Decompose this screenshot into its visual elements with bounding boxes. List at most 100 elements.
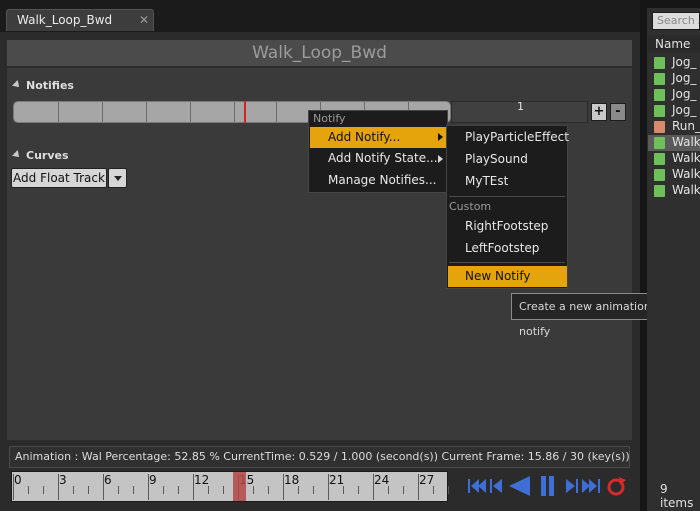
timeline-tick-label: 6 xyxy=(104,473,112,487)
skip-to-end-icon[interactable] xyxy=(582,479,600,493)
submenu-item-new-notify[interactable]: New Notify xyxy=(448,266,567,287)
timeline-tick xyxy=(388,486,389,494)
submenu-item-right-footstep[interactable]: RightFootstep xyxy=(465,219,548,233)
timeline-playhead[interactable] xyxy=(233,472,246,501)
timeline-tick xyxy=(313,486,314,494)
timeline-scrubber[interactable]: 0 3 6 9 12 15 18 21 24 27 xyxy=(11,471,449,502)
asset-list: Jog_ Jog_ Jog_ Jog_ Run_ Walk_ Walk_ Walk_ Walk_ xyxy=(648,55,700,199)
menu-item-add-notify-state[interactable]: Add Notify State... xyxy=(310,148,446,170)
timeline-tick xyxy=(103,474,104,500)
timeline-tick xyxy=(118,486,119,494)
timeline-tick xyxy=(133,486,134,494)
add-notify-track-button[interactable]: + xyxy=(591,103,607,121)
animation-asset-icon xyxy=(654,73,665,85)
menu-item-label: New Notify xyxy=(465,269,531,283)
timeline-tick xyxy=(88,486,89,494)
submenu-item-play-sound[interactable]: PlaySound xyxy=(465,152,528,166)
transport-controls xyxy=(468,476,626,496)
asset-name: Walk_ xyxy=(672,151,700,165)
asset-list-item[interactable]: Walk_ xyxy=(648,151,700,167)
timeline-tick xyxy=(283,474,284,500)
timeline-tick xyxy=(13,474,14,500)
timeline-tick xyxy=(268,486,269,494)
timeline-tick xyxy=(178,486,179,494)
asset-name: Walk_ xyxy=(672,167,700,181)
submenu-item-mytest[interactable]: MyTEst xyxy=(465,174,508,188)
notify-playhead-marker xyxy=(244,101,246,123)
submenu-arrow-icon xyxy=(438,133,443,141)
animation-asset-icon xyxy=(654,105,665,117)
menu-item-add-notify[interactable]: Add Notify... xyxy=(310,127,446,148)
timeline-tick xyxy=(433,486,434,494)
asset-search-input[interactable]: Search A xyxy=(652,12,700,30)
remove-notify-track-button[interactable]: - xyxy=(610,103,626,121)
animation-status-bar: Animation : Wal Percentage: 52.85 % Curr… xyxy=(9,446,630,468)
curves-label: Curves xyxy=(26,149,69,162)
timeline-tick xyxy=(58,474,59,500)
pause-icon[interactable] xyxy=(541,476,554,496)
asset-name: Run_ xyxy=(672,119,700,133)
collapse-arrow-icon xyxy=(12,80,22,90)
timeline-tick-label: 24 xyxy=(374,473,390,487)
animation-asset-icon xyxy=(654,169,665,181)
asset-list-item[interactable]: Jog_ xyxy=(648,87,700,103)
skip-to-start-icon[interactable] xyxy=(468,479,486,493)
menu-item-label: Manage Notifies... xyxy=(328,173,437,187)
animation-asset-icon xyxy=(654,121,665,133)
add-notify-submenu: PlayParticleEffect PlaySound MyTEst Cust… xyxy=(446,125,569,289)
asset-list-item[interactable]: Run_ xyxy=(648,119,700,135)
timeline-tick xyxy=(373,474,374,500)
notifies-section-header[interactable]: Notifies xyxy=(12,79,74,92)
loop-icon[interactable] xyxy=(607,477,626,496)
timeline-tick xyxy=(148,474,149,500)
timeline-tick xyxy=(358,486,359,494)
add-float-track-button[interactable]: Add Float Track xyxy=(11,168,107,188)
timeline-tick xyxy=(193,474,194,500)
tab-title: Walk_Loop_Bwd xyxy=(17,13,113,27)
asset-name: Jog_ xyxy=(672,55,697,69)
timeline-tick-label: 27 xyxy=(419,473,435,487)
asset-name: Jog_ xyxy=(672,71,697,85)
menu-divider xyxy=(449,262,565,263)
asset-list-item[interactable]: Walk_ xyxy=(648,183,700,199)
timeline-tick xyxy=(163,486,164,494)
timeline-tick-label: 3 xyxy=(59,473,67,487)
notify-track-segment xyxy=(102,102,147,122)
menu-item-manage-notifies[interactable]: Manage Notifies... xyxy=(310,170,446,192)
chevron-down-icon xyxy=(114,176,122,181)
timeline-tick xyxy=(73,486,74,494)
menu-item-label: Add Notify... xyxy=(328,130,401,144)
step-back-icon[interactable] xyxy=(490,479,502,493)
tab-walk-loop-bwd[interactable]: Walk_Loop_Bwd ✕ xyxy=(6,9,154,31)
asset-list-item[interactable]: Walk_ xyxy=(648,167,700,183)
name-column-header[interactable]: Name xyxy=(648,35,700,53)
curves-section-header[interactable]: Curves xyxy=(12,149,69,162)
animation-asset-icon xyxy=(654,137,665,149)
submenu-item-left-footstep[interactable]: LeftFootstep xyxy=(465,241,539,255)
add-float-track-dropdown[interactable] xyxy=(108,168,127,188)
menu-section-header: Notify xyxy=(313,112,346,125)
timeline-tick xyxy=(448,486,449,494)
asset-list-item[interactable]: Jog_ xyxy=(648,55,700,71)
notify-track-segment xyxy=(234,102,277,122)
timeline-tick-label: 18 xyxy=(284,473,300,487)
timeline-tick-label: 21 xyxy=(329,473,345,487)
timeline-tick xyxy=(223,486,224,494)
asset-list-item[interactable]: Jog_ xyxy=(648,71,700,87)
step-forward-icon[interactable] xyxy=(566,479,578,493)
asset-list-item[interactable]: Walk_ xyxy=(648,135,700,151)
asset-list-item[interactable]: Jog_ xyxy=(648,103,700,119)
panel-title: Walk_Loop_Bwd xyxy=(7,40,632,66)
play-reverse-icon[interactable] xyxy=(509,476,530,496)
asset-name: Jog_ xyxy=(672,103,697,117)
timeline-tick xyxy=(43,486,44,494)
submenu-item-play-particle-effect[interactable]: PlayParticleEffect xyxy=(465,130,569,144)
tab-close-icon[interactable]: ✕ xyxy=(139,13,149,27)
menu-divider xyxy=(449,196,565,197)
timeline-tick xyxy=(298,486,299,494)
item-count: 9 items xyxy=(660,482,694,510)
timeline-tick-label: 9 xyxy=(149,473,157,487)
timeline-tick xyxy=(328,474,329,500)
notify-track-segment xyxy=(146,102,191,122)
notify-track-segment xyxy=(58,102,103,122)
